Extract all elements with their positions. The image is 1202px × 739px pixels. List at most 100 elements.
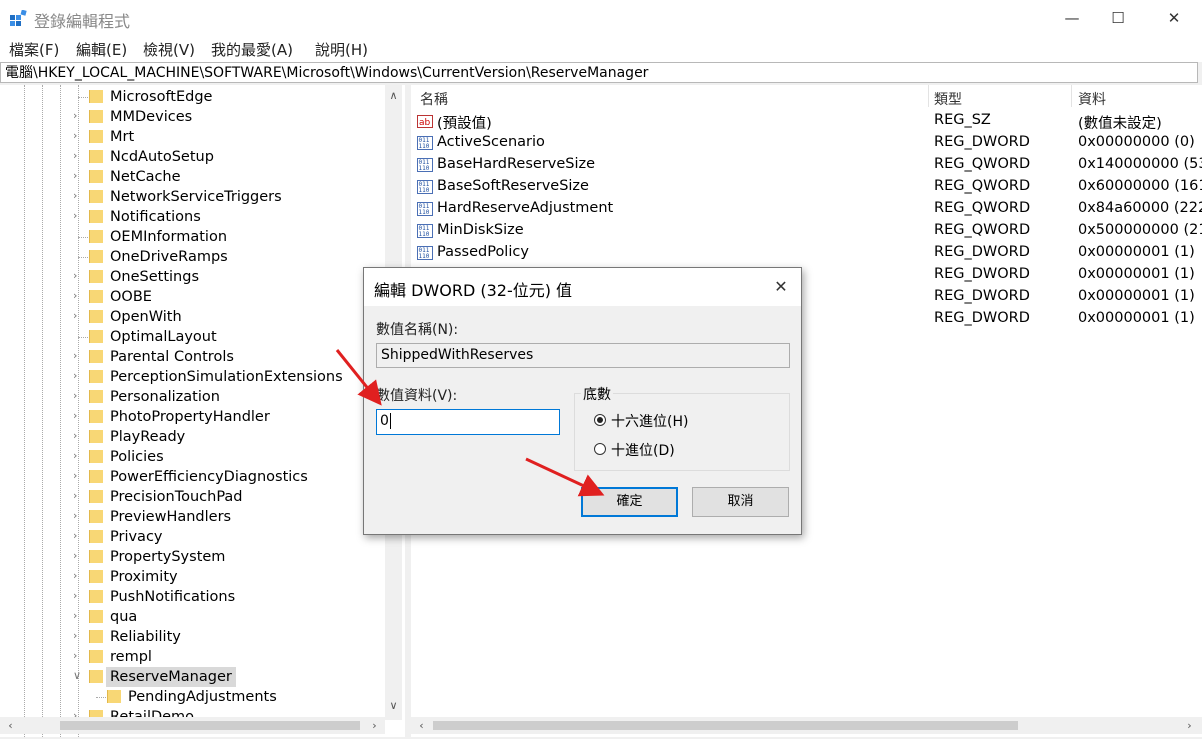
tree-item[interactable]: PendingAdjustments xyxy=(0,687,385,707)
tree-item[interactable]: › OneSettings xyxy=(0,267,385,287)
table-row[interactable]: 011 110 BaseHardReserveSize REG_QWORD 0x1400… xyxy=(411,154,1202,176)
menu-favorites[interactable]: 我的最愛(A) xyxy=(211,39,293,60)
value-name-cell: ActiveScenario xyxy=(437,134,545,150)
chevron-right-icon[interactable]: › xyxy=(73,169,77,182)
chevron-right-icon[interactable]: › xyxy=(73,649,77,662)
tree-item[interactable]: ∨ ReserveManager xyxy=(0,667,385,687)
menu-help[interactable]: 說明(H) xyxy=(315,39,368,60)
hex-radio[interactable] xyxy=(594,414,606,426)
table-row[interactable]: 011 110 ActiveScenario REG_DWORD 0x00000000 … xyxy=(411,132,1202,154)
dec-radio-label[interactable]: 十進位(D) xyxy=(611,440,675,460)
table-row[interactable]: 011 110 HardReserveAdjustment REG_QWORD 0x84… xyxy=(411,198,1202,220)
menu-edit[interactable]: 編輯(E) xyxy=(76,39,127,60)
chevron-right-icon[interactable]: › xyxy=(73,109,77,122)
table-row[interactable]: 011 110 MinDiskSize REG_QWORD 0x500000000 (2… xyxy=(411,220,1202,242)
chevron-right-icon[interactable]: › xyxy=(73,569,77,582)
tree-item[interactable]: › NetworkServiceTriggers xyxy=(0,187,385,207)
tree-item[interactable]: › Privacy xyxy=(0,527,385,547)
column-header-type[interactable]: 類型 xyxy=(934,89,962,109)
scroll-left-icon[interactable]: ‹ xyxy=(413,717,430,734)
chevron-right-icon[interactable]: › xyxy=(73,469,77,482)
close-window-button[interactable]: ✕ xyxy=(1151,0,1197,36)
tree-item[interactable]: › Personalization xyxy=(0,387,385,407)
chevron-right-icon[interactable]: › xyxy=(73,409,77,422)
tree-item[interactable]: › Notifications xyxy=(0,207,385,227)
tree-item[interactable]: › PowerEfficiencyDiagnostics xyxy=(0,467,385,487)
chevron-right-icon[interactable]: › xyxy=(73,269,77,282)
tree-item[interactable]: › OOBE xyxy=(0,287,385,307)
tree-item[interactable]: › PreviewHandlers xyxy=(0,507,385,527)
chevron-right-icon[interactable]: › xyxy=(73,349,77,362)
chevron-right-icon[interactable]: › xyxy=(73,309,77,322)
table-row[interactable]: ab (預設值) REG_SZ (數值未設定) xyxy=(411,110,1202,132)
chevron-right-icon[interactable]: › xyxy=(73,509,77,522)
value-data-cell: 0x00000001 (1) xyxy=(1078,266,1195,282)
tree-item[interactable]: › Parental Controls xyxy=(0,347,385,367)
column-header-data[interactable]: 資料 xyxy=(1078,89,1106,109)
maximize-button[interactable]: ☐ xyxy=(1095,0,1141,36)
tree-scroll-thumb[interactable] xyxy=(60,721,360,730)
folder-icon xyxy=(89,570,103,583)
tree-item[interactable]: › MMDevices xyxy=(0,107,385,127)
chevron-right-icon[interactable]: › xyxy=(73,449,77,462)
scroll-down-icon[interactable]: ∨ xyxy=(385,697,402,714)
tree-horizontal-scrollbar[interactable]: ‹ › xyxy=(0,717,385,734)
ok-button[interactable]: 確定 xyxy=(581,487,678,517)
chevron-right-icon[interactable]: › xyxy=(73,149,77,162)
tree-item[interactable]: › PushNotifications xyxy=(0,587,385,607)
tree-item[interactable]: › PhotoPropertyHandler xyxy=(0,407,385,427)
values-scroll-thumb[interactable] xyxy=(433,721,1018,730)
address-bar[interactable]: 電腦\HKEY_LOCAL_MACHINE\SOFTWARE\Microsoft… xyxy=(0,62,1198,83)
chevron-right-icon[interactable]: › xyxy=(73,589,77,602)
tree-item[interactable]: › PrecisionTouchPad xyxy=(0,487,385,507)
tree-item[interactable]: › PerceptionSimulationExtensions xyxy=(0,367,385,387)
tree-item[interactable]: › rempl xyxy=(0,647,385,667)
table-row[interactable]: 011 110 PassedPolicy REG_DWORD 0x00000001 (1… xyxy=(411,242,1202,264)
chevron-right-icon[interactable]: › xyxy=(73,289,77,302)
tree-item[interactable]: OneDriveRamps xyxy=(0,247,385,267)
tree-item[interactable]: › Reliability xyxy=(0,627,385,647)
tree-item[interactable]: › qua xyxy=(0,607,385,627)
dec-radio[interactable] xyxy=(594,443,606,455)
tree-item[interactable]: › NetCache xyxy=(0,167,385,187)
chevron-right-icon[interactable]: › xyxy=(73,209,77,222)
chevron-right-icon[interactable]: › xyxy=(73,629,77,642)
scroll-right-icon[interactable]: › xyxy=(366,717,383,734)
tree-item[interactable]: › Policies xyxy=(0,447,385,467)
hex-radio-label[interactable]: 十六進位(H) xyxy=(611,411,688,431)
column-separator[interactable] xyxy=(928,85,929,107)
chevron-right-icon[interactable]: › xyxy=(73,189,77,202)
tree-item[interactable]: OEMInformation xyxy=(0,227,385,247)
value-data-input[interactable]: 0 xyxy=(376,409,560,435)
chevron-down-icon[interactable]: ∨ xyxy=(73,669,81,682)
chevron-right-icon[interactable]: › xyxy=(73,389,77,402)
scroll-up-icon[interactable]: ∧ xyxy=(385,87,402,104)
tree-item[interactable]: › OpenWith xyxy=(0,307,385,327)
minimize-button[interactable]: — xyxy=(1049,0,1095,36)
menu-file[interactable]: 檔案(F) xyxy=(9,39,59,60)
folder-icon xyxy=(89,210,103,223)
tree-item[interactable]: OptimalLayout xyxy=(0,327,385,347)
menu-view[interactable]: 檢視(V) xyxy=(143,39,195,60)
column-header-name[interactable]: 名稱 xyxy=(420,89,448,109)
chevron-right-icon[interactable]: › xyxy=(73,489,77,502)
column-separator[interactable] xyxy=(1071,85,1072,107)
chevron-right-icon[interactable]: › xyxy=(73,529,77,542)
tree-item[interactable]: › Proximity xyxy=(0,567,385,587)
chevron-right-icon[interactable]: › xyxy=(73,429,77,442)
chevron-right-icon[interactable]: › xyxy=(73,129,77,142)
tree-item[interactable]: › PlayReady xyxy=(0,427,385,447)
tree-item[interactable]: › NcdAutoSetup xyxy=(0,147,385,167)
table-row[interactable]: 011 110 BaseSoftReserveSize REG_QWORD 0x6000… xyxy=(411,176,1202,198)
values-horizontal-scrollbar[interactable]: ‹ › xyxy=(411,717,1202,734)
dialog-close-icon[interactable]: ✕ xyxy=(767,274,795,300)
tree-item[interactable]: › Mrt xyxy=(0,127,385,147)
chevron-right-icon[interactable]: › xyxy=(73,609,77,622)
chevron-right-icon[interactable]: › xyxy=(73,369,77,382)
chevron-right-icon[interactable]: › xyxy=(73,549,77,562)
tree-item[interactable]: MicrosoftEdge xyxy=(0,87,385,107)
tree-item[interactable]: › PropertySystem xyxy=(0,547,385,567)
scroll-right-icon[interactable]: › xyxy=(1181,717,1198,734)
scroll-left-icon[interactable]: ‹ xyxy=(2,717,19,734)
cancel-button[interactable]: 取消 xyxy=(692,487,789,517)
